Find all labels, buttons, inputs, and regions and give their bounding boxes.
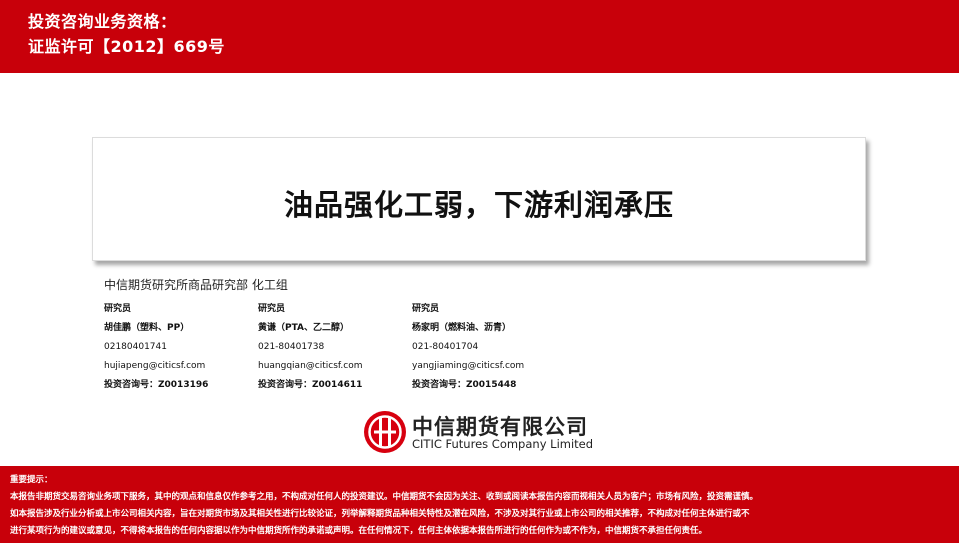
qualification-label: 投资咨询业务资格： — [28, 12, 177, 31]
analyst-name: 黄谦（PTA、乙二醇） — [258, 323, 350, 333]
disclaimer-line: 进行某项行为的建议或意见，不得将本报告的任何内容据以作为中信期货所作的承诺或声明… — [10, 526, 708, 536]
analyst-email: yangjiaming@citicsf.com — [412, 361, 525, 371]
analyst-role: 研究员 — [258, 304, 286, 314]
analyst-phone: 021-80401704 — [412, 342, 479, 352]
disclaimer-footer: 重要提示： 本报告非期货交易咨询业务项下服务，其中的观点和信息仅作参考之用，不构… — [0, 466, 959, 543]
disclaimer-heading: 重要提示： — [10, 475, 53, 485]
company-name-en: CITIC Futures Company Limited — [412, 437, 594, 451]
citic-emblem-icon — [364, 411, 406, 453]
analyst-license: 投资咨询号：Z0015448 — [412, 380, 517, 390]
analyst-card: 研究员 杨家明（燃料油、沥青） 021-80401704 yangjiaming… — [412, 300, 524, 395]
department-label: 中信期货研究所商品研究部 化工组 — [104, 278, 288, 292]
analyst-license: 投资咨询号：Z0013196 — [104, 380, 209, 390]
company-logo: 中信期货有限公司 CITIC Futures Company Limited — [362, 407, 602, 457]
license-number: 证监许可【2012】669号 — [28, 37, 225, 56]
analyst-email: huangqian@citicsf.com — [258, 361, 363, 371]
analyst-role: 研究员 — [104, 304, 132, 314]
analyst-name: 杨家明（燃料油、沥青） — [412, 323, 512, 333]
title-box: 油品强化工弱，下游利润承压 — [92, 137, 866, 261]
top-banner: 投资咨询业务资格： 证监许可【2012】669号 — [0, 0, 959, 73]
disclaimer-line: 本报告非期货交易咨询业务项下服务，其中的观点和信息仅作参考之用，不构成对任何人的… — [10, 492, 759, 502]
disclaimer-line: 如本报告涉及行业分析或上市公司相关内容，旨在对期货市场及其相关性进行比较论证，列… — [10, 509, 750, 519]
analyst-phone: 021-80401738 — [258, 342, 325, 352]
analyst-license: 投资咨询号：Z0014611 — [258, 380, 363, 390]
analyst-phone: 02180401741 — [104, 342, 167, 352]
analyst-role: 研究员 — [412, 304, 440, 314]
analyst-email: hujiapeng@citicsf.com — [104, 361, 206, 371]
analyst-card: 研究员 黄谦（PTA、乙二醇） 021-80401738 huangqian@c… — [258, 300, 362, 395]
analyst-name: 胡佳鹏（塑料、PP） — [104, 323, 190, 333]
report-title: 油品强化工弱，下游利润承压 — [283, 188, 674, 222]
analyst-card: 研究员 胡佳鹏（塑料、PP） 02180401741 hujiapeng@cit… — [104, 300, 208, 395]
